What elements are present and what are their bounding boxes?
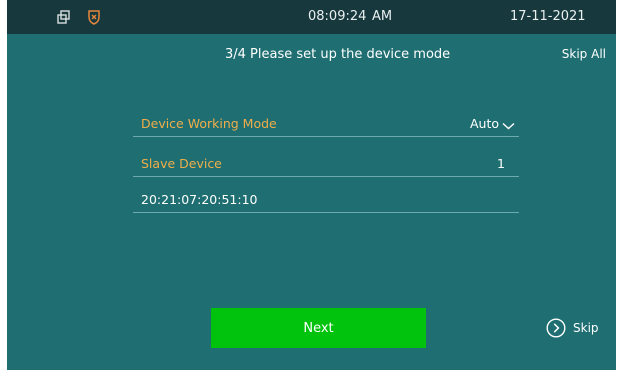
page-title: 3/4 Please set up the device mode xyxy=(225,47,451,62)
mac-address-row: 20:21:07:20:51:10 xyxy=(133,187,519,213)
skip-all-button[interactable]: Skip All xyxy=(562,47,606,61)
status-date: 17-11-2021 xyxy=(510,9,586,24)
status-ampm: AM xyxy=(372,9,393,24)
skip-button[interactable]: Skip xyxy=(546,318,599,338)
skip-label: Skip xyxy=(573,321,599,335)
slave-device-label: Slave Device xyxy=(141,156,222,171)
chevron-down-icon xyxy=(502,119,515,130)
shield-x-icon xyxy=(85,8,103,26)
device-working-mode-value: Auto xyxy=(469,116,499,131)
next-button[interactable]: Next xyxy=(211,308,426,348)
device-working-mode-divider xyxy=(133,136,519,137)
mac-address-text: 20:21:07:20:51:10 xyxy=(141,192,258,207)
device-working-mode-select[interactable]: Auto xyxy=(470,116,515,131)
device-working-mode-label: Device Working Mode xyxy=(141,116,277,131)
slave-device-value[interactable]: 1 xyxy=(497,156,505,171)
status-bar: 08:09:24 AM 17-11-2021 xyxy=(7,0,616,34)
window-restore-icon xyxy=(55,8,73,26)
slave-device-divider xyxy=(133,176,519,177)
mac-address-divider xyxy=(133,212,519,213)
status-time: 08:09:24 xyxy=(308,9,367,24)
status-icons xyxy=(55,8,103,26)
slave-device-row[interactable]: Slave Device 1 xyxy=(133,151,519,177)
chevron-right-circle-icon xyxy=(546,318,566,338)
device-screen: 08:09:24 AM 17-11-2021 3/4 Please set up… xyxy=(7,0,616,370)
device-working-mode-row[interactable]: Device Working Mode Auto xyxy=(133,111,519,137)
